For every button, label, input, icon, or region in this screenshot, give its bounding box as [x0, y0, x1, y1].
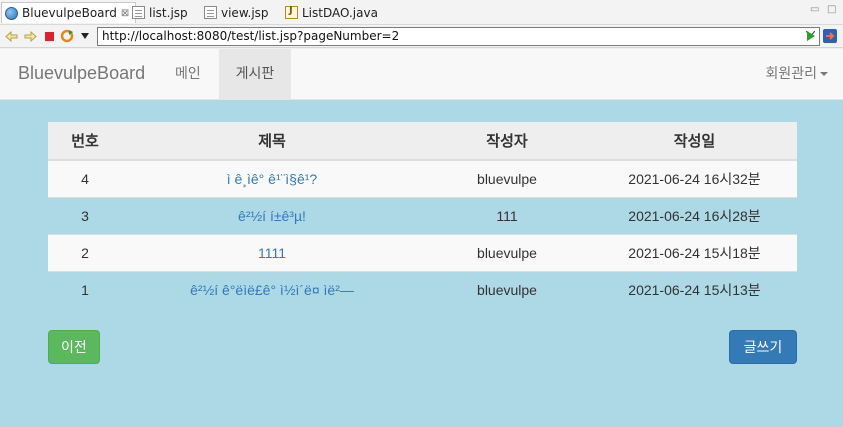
maximize-icon[interactable]: □	[827, 4, 836, 15]
tab-bluevulpeboard[interactable]: BluevulpeBoard ⊠	[1, 2, 137, 23]
board-table: 번호 제목 작성자 작성일 4 ì ê¸ìê° ê¹¨ì§ê¹? bluevul…	[48, 122, 797, 308]
table-row: 2 1111 bluevulpe 2021-06-24 15시18분	[48, 233, 797, 271]
nav-link-main[interactable]: 메인	[160, 49, 216, 100]
member-menu-dropdown[interactable]: 회원관리	[765, 49, 828, 100]
tab-label: view.jsp	[221, 5, 269, 20]
globe-icon	[5, 6, 18, 20]
brand-link[interactable]: BluevulpeBoard	[18, 63, 145, 84]
table-header-row: 번호 제목 작성자 작성일	[48, 122, 797, 161]
forward-icon[interactable]	[22, 28, 38, 44]
back-icon[interactable]	[3, 28, 19, 44]
header-author: 작성자	[422, 122, 592, 161]
row-number: 4	[48, 159, 122, 197]
caret-down-icon	[820, 72, 828, 76]
tab-label: list.jsp	[149, 5, 188, 20]
row-number: 3	[48, 196, 122, 234]
file-icon	[204, 6, 217, 19]
external-browser-icon[interactable]	[822, 28, 838, 44]
row-title-link[interactable]: 1111	[122, 233, 422, 271]
row-author: 111	[422, 196, 592, 234]
editor-tab-bar: BluevulpeBoard ⊠ list.jsp view.jsp ListD…	[0, 0, 843, 25]
navbar: BluevulpeBoard 메인 게시판 회원관리	[0, 49, 843, 100]
tab-list-jsp[interactable]: list.jsp	[132, 2, 188, 23]
row-number: 2	[48, 233, 122, 271]
java-file-icon	[285, 5, 298, 19]
nav-link-board[interactable]: 게시판	[219, 49, 291, 100]
go-icon[interactable]	[803, 28, 819, 44]
url-input[interactable]: http://localhost:8080/test/list.jsp?page…	[97, 27, 820, 46]
row-number: 1	[48, 270, 122, 308]
tab-listdao-java[interactable]: ListDAO.java	[285, 2, 378, 23]
previous-page-button[interactable]: 이전	[48, 330, 100, 364]
url-text: http://localhost:8080/test/list.jsp?page…	[102, 29, 400, 43]
tab-view-jsp[interactable]: view.jsp	[204, 2, 269, 23]
row-date: 2021-06-24 16시32분	[592, 159, 797, 197]
table-row: 3 ê²½í í±ê³µ! 111 2021-06-24 16시28분	[48, 196, 797, 234]
row-author: bluevulpe	[422, 159, 592, 197]
close-icon[interactable]: ⊠	[121, 8, 129, 19]
stop-icon[interactable]	[41, 28, 57, 44]
row-title-link[interactable]: ê²½í í±ê³µ!	[122, 196, 422, 234]
row-date: 2021-06-24 15시18분	[592, 233, 797, 271]
row-date: 2021-06-24 15시13분	[592, 270, 797, 308]
member-menu-label: 회원관리	[765, 66, 817, 82]
tab-label: ListDAO.java	[302, 5, 378, 20]
header-number: 번호	[48, 122, 122, 161]
write-post-button[interactable]: 글쓰기	[729, 330, 797, 364]
row-title-link[interactable]: ê²½í ê°ëìë£ê° ì½ì´ë¤ ìë²—	[122, 270, 422, 308]
web-page: BluevulpeBoard 메인 게시판 회원관리 번호 제목 작성자 작성일…	[0, 49, 843, 427]
tab-label: BluevulpeBoard	[22, 6, 117, 20]
table-row: 1 ê²½í ê°ëìë£ê° ì½ì´ë¤ ìë²— bluevulpe 20…	[48, 270, 797, 308]
refresh-icon[interactable]	[59, 28, 75, 44]
file-icon	[132, 6, 145, 19]
row-date: 2021-06-24 16시28분	[592, 196, 797, 234]
table-row: 4 ì ê¸ìê° ê¹¨ì§ê¹? bluevulpe 2021-06-24 …	[48, 159, 797, 197]
header-date: 작성일	[592, 122, 797, 161]
row-author: bluevulpe	[422, 270, 592, 308]
row-author: bluevulpe	[422, 233, 592, 271]
minimize-icon[interactable]: ▭	[810, 4, 819, 15]
chevron-down-icon[interactable]	[77, 28, 93, 44]
header-title: 제목	[122, 122, 422, 161]
row-title-link[interactable]: ì ê¸ìê° ê¹¨ì§ê¹?	[122, 159, 422, 197]
browser-toolbar: http://localhost:8080/test/list.jsp?page…	[0, 25, 843, 48]
